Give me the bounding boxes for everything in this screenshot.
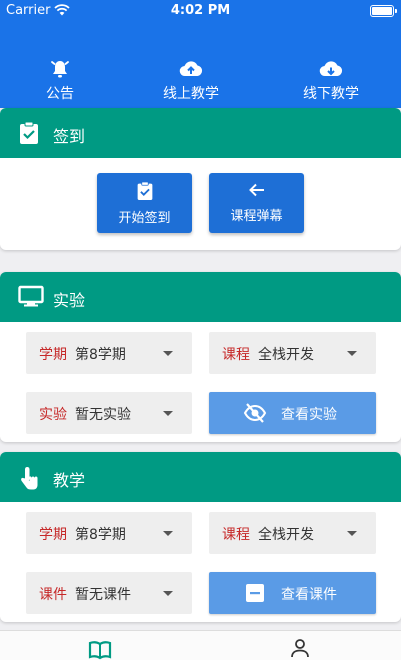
tab-online-teaching[interactable]: 线上教学: [131, 58, 251, 103]
experiment-header: 实验: [0, 272, 401, 322]
bell-icon: [51, 61, 69, 78]
minus-box-icon: [246, 584, 264, 602]
clipboard-check-icon: [137, 181, 152, 200]
checkin-card: 签到 开始签到 课程弹幕: [0, 108, 401, 250]
bottom-navigation: [0, 630, 401, 660]
view-experiment-label: 查看实验: [281, 407, 337, 423]
course-barrage-button[interactable]: 课程弹幕: [209, 173, 304, 233]
courseware-select[interactable]: 课件 暂无课件: [26, 572, 192, 614]
teaching-course-select[interactable]: 课程 全栈开发: [209, 512, 376, 554]
view-experiment-button[interactable]: 查看实验: [209, 392, 376, 434]
course-value: 全栈开发: [258, 347, 314, 363]
monitor-icon: [18, 285, 44, 307]
course-barrage-label: 课程弹幕: [230, 209, 283, 224]
course-key: 课程: [222, 347, 250, 363]
teaching-card: 教学 学期 第8学期 课程 全栈开发 课件 暂无课件 查看课件: [0, 452, 401, 622]
dropdown-caret-icon: [163, 531, 173, 536]
experiment-title: 实验: [53, 291, 86, 310]
dropdown-caret-icon: [347, 531, 357, 536]
start-checkin-button[interactable]: 开始签到: [97, 173, 192, 233]
cloud-download-icon: [319, 61, 343, 77]
courseware-key: 课件: [39, 587, 67, 603]
top-navigation: 公告 线上教学 线下教学: [0, 22, 401, 108]
term-key: 学期: [39, 527, 67, 543]
experiment-key: 实验: [39, 407, 67, 423]
view-courseware-button[interactable]: 查看课件: [209, 572, 376, 614]
term-value: 第8学期: [75, 527, 126, 543]
tab-online-teaching-label: 线上教学: [163, 86, 219, 102]
view-courseware-label: 查看课件: [281, 587, 337, 603]
checkin-title: 签到: [53, 127, 86, 146]
start-checkin-label: 开始签到: [118, 211, 171, 226]
person-icon[interactable]: [290, 638, 310, 658]
teaching-header: 教学: [0, 452, 401, 502]
tab-announcement-label: 公告: [46, 86, 74, 102]
term-key: 学期: [39, 347, 67, 363]
checkin-header: 签到: [0, 108, 401, 158]
dropdown-caret-icon: [163, 591, 173, 596]
experiment-value: 暂无实验: [75, 407, 131, 423]
clock-time: 4:02 PM: [170, 3, 231, 18]
status-bar: Carrier 4:02 PM: [0, 0, 401, 22]
dropdown-caret-icon: [163, 351, 173, 356]
experiment-item-select[interactable]: 实验 暂无实验: [26, 392, 192, 434]
courseware-value: 暂无课件: [75, 587, 131, 603]
tab-announcement[interactable]: 公告: [0, 58, 120, 103]
teaching-term-select[interactable]: 学期 第8学期: [26, 512, 192, 554]
book-icon[interactable]: [88, 640, 112, 660]
touch-hand-icon: [21, 467, 38, 490]
teaching-title: 教学: [53, 471, 86, 490]
dropdown-caret-icon: [163, 411, 173, 416]
tab-offline-teaching-label: 线下教学: [303, 86, 359, 102]
term-value: 第8学期: [75, 347, 126, 363]
battery-icon: [370, 5, 397, 17]
course-value: 全栈开发: [258, 527, 314, 543]
dropdown-caret-icon: [347, 351, 357, 356]
experiment-card: 实验 学期 第8学期 课程 全栈开发 实验 暂无实验 查看实验: [0, 272, 401, 442]
experiment-term-select[interactable]: 学期 第8学期: [26, 332, 192, 374]
eye-off-icon: [243, 403, 267, 423]
experiment-course-select[interactable]: 课程 全栈开发: [209, 332, 376, 374]
tab-offline-teaching[interactable]: 线下教学: [271, 58, 391, 103]
arrow-left-icon: [248, 183, 264, 197]
clipboard-check-icon: [20, 121, 38, 144]
course-key: 课程: [222, 527, 250, 543]
cloud-upload-icon: [179, 61, 203, 77]
